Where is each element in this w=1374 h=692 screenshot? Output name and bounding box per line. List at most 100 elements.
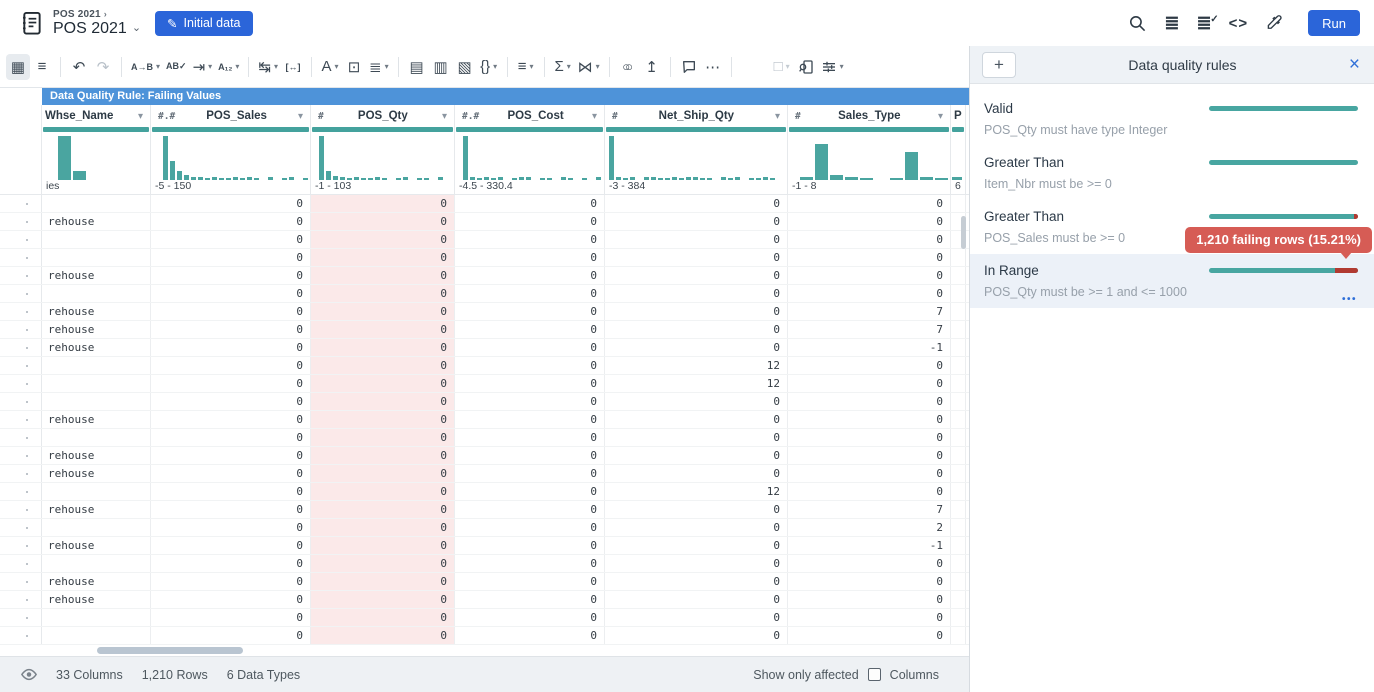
table-cell[interactable]: 0 [151,483,311,500]
table-cell[interactable] [42,609,151,626]
chevron-down-icon[interactable]: ▾ [298,111,303,122]
table-cell[interactable] [42,393,151,410]
table-cell[interactable]: 7 [788,303,951,320]
table-cell[interactable]: 0 [605,195,788,212]
table-cell[interactable]: 0 [788,483,951,500]
table-cell[interactable]: 0 [311,339,455,356]
table-cell[interactable] [951,555,966,572]
table-cell[interactable]: 0 [788,465,951,482]
table-cell[interactable]: 0 [311,537,455,554]
table-cell[interactable]: 0 [311,501,455,518]
table-cell[interactable]: 0 [788,195,951,212]
close-icon[interactable]: × [1349,55,1360,74]
table-cell[interactable]: 0 [311,321,455,338]
table-cell[interactable]: rehouse [42,303,151,320]
table-cell[interactable]: 0 [455,357,605,374]
table-cell[interactable]: 0 [151,609,311,626]
table-cell[interactable]: 0 [151,285,311,302]
eyedropper-icon[interactable] [1265,14,1283,32]
table-cell[interactable]: rehouse [42,573,151,590]
table-cell[interactable]: 0 [151,627,311,644]
table-cell[interactable] [42,357,151,374]
table-cell[interactable]: 0 [605,249,788,266]
table-cell[interactable] [42,285,151,302]
table-cell[interactable]: 0 [151,555,311,572]
table-cell[interactable]: 0 [455,339,605,356]
table-cell[interactable]: 0 [605,573,788,590]
table-cell[interactable] [951,339,966,356]
table-cell[interactable] [42,249,151,266]
column-title[interactable]: #Sales_Type▾ [788,105,950,127]
checks-list-icon[interactable]: ≣✓ [1197,13,1212,34]
run-button[interactable]: Run [1308,10,1360,36]
table-cell[interactable]: 0 [151,195,311,212]
table-cell[interactable]: 0 [788,375,951,392]
column-histogram[interactable] [788,134,950,180]
table-cell[interactable]: 0 [151,321,311,338]
table-cell[interactable]: 0 [605,555,788,572]
table-cell[interactable]: 0 [151,303,311,320]
pivot-icon[interactable]: ▤ [405,54,429,80]
replace-icon[interactable]: A→B▾ [128,54,163,80]
table-cell[interactable]: 0 [605,627,788,644]
validate-icon[interactable]: AB✓ [163,54,190,80]
table-cell[interactable]: 0 [455,267,605,284]
table-cell[interactable]: 0 [151,357,311,374]
table-cell[interactable] [951,483,966,500]
table-cell[interactable] [951,627,966,644]
table-cell[interactable]: 0 [455,573,605,590]
table-cell[interactable]: 0 [311,483,455,500]
table-cell[interactable]: 0 [605,393,788,410]
table-cell[interactable] [951,519,966,536]
table-cell[interactable]: 0 [311,555,455,572]
table-cell[interactable]: 0 [311,231,455,248]
steps-list-icon[interactable]: ≣ [1164,13,1179,34]
table-cell[interactable] [42,627,151,644]
table-cell[interactable]: 0 [605,537,788,554]
table-cell[interactable]: 0 [311,375,455,392]
table-cell[interactable]: 0 [455,555,605,572]
redo-icon[interactable]: ↷ [91,54,115,80]
table-cell[interactable]: 0 [311,213,455,230]
table-cell[interactable]: 0 [605,429,788,446]
aggregate-icon[interactable]: Σ▾ [551,54,575,80]
table-cell[interactable]: 0 [455,501,605,518]
column-title[interactable]: #.#POS_Cost▾ [455,105,604,127]
table-cell[interactable]: rehouse [42,321,151,338]
table-cell[interactable] [42,483,151,500]
table-cell[interactable]: 0 [311,591,455,608]
table-cell[interactable]: 0 [605,519,788,536]
flash-fill-icon[interactable]: ⊡ [342,54,366,80]
table-cell[interactable] [951,537,966,554]
search-icon[interactable] [1128,14,1147,33]
table-cell[interactable]: 12 [605,483,788,500]
table-cell[interactable]: 0 [788,573,951,590]
table-cell[interactable]: 0 [151,573,311,590]
table-cell[interactable] [951,447,966,464]
table-cell[interactable]: 0 [151,429,311,446]
table-cell[interactable]: 0 [605,285,788,302]
fit-width-icon[interactable]: [↔] [281,54,305,80]
table-cell[interactable]: 0 [788,555,951,572]
table-cell[interactable]: 0 [151,375,311,392]
table-cell[interactable] [42,195,151,212]
append-icon[interactable]: ↥ [640,54,664,80]
table-cell[interactable]: 2 [788,519,951,536]
sort-icon[interactable]: A₁₂▾ [215,54,242,80]
table-cell[interactable]: 0 [455,195,605,212]
table-cell[interactable]: 0 [788,357,951,374]
table-cell[interactable]: 0 [605,447,788,464]
table-cell[interactable]: 0 [151,411,311,428]
table-cell[interactable]: 0 [455,249,605,266]
rule-item[interactable]: ValidPOS_Qty must have type Integer [970,92,1374,146]
table-cell[interactable]: 0 [455,519,605,536]
column-histogram[interactable] [42,134,150,180]
table-cell[interactable]: 0 [605,213,788,230]
table-cell[interactable]: 0 [788,231,951,248]
affected-columns-checkbox[interactable] [868,668,881,681]
table-cell[interactable]: rehouse [42,465,151,482]
column-histogram[interactable] [951,134,965,180]
table-cell[interactable]: 0 [311,285,455,302]
filter-icon[interactable]: ≡▾ [514,54,538,80]
table-cell[interactable]: 0 [311,519,455,536]
